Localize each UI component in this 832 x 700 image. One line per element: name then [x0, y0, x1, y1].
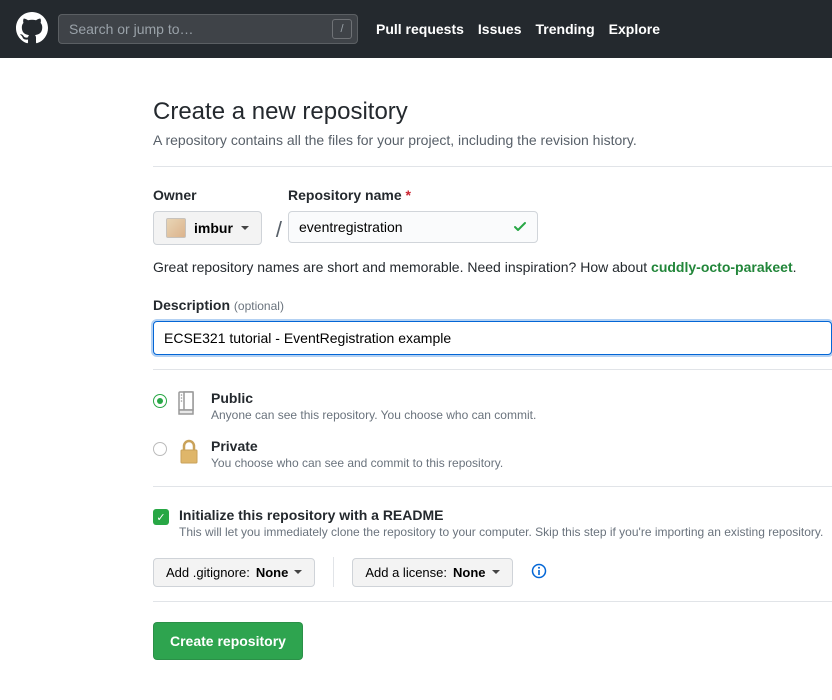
- public-title: Public: [211, 390, 253, 406]
- gitignore-select-button[interactable]: Add .gitignore: None: [153, 558, 315, 587]
- owner-column: Owner imbur: [153, 187, 262, 245]
- name-hint: Great repository names are short and mem…: [153, 259, 832, 275]
- visibility-private-row[interactable]: Private You choose who can see and commi…: [153, 438, 832, 470]
- public-subtitle: Anyone can see this repository. You choo…: [211, 408, 536, 422]
- caret-down-icon: [294, 570, 302, 574]
- repo-name-label: Repository name *: [288, 187, 538, 203]
- readme-title: Initialize this repository with a README: [179, 507, 823, 523]
- license-select-button[interactable]: Add a license: None: [352, 558, 512, 587]
- radio-private[interactable]: [153, 442, 167, 456]
- visibility-public-row[interactable]: Public Anyone can see this repository. Y…: [153, 390, 832, 422]
- public-text: Public Anyone can see this repository. Y…: [211, 390, 536, 422]
- repo-name-input[interactable]: [288, 211, 538, 243]
- private-subtitle: You choose who can see and commit to thi…: [211, 456, 503, 470]
- github-logo-icon[interactable]: [16, 12, 48, 47]
- caret-down-icon: [241, 226, 249, 230]
- vertical-divider: [333, 557, 334, 587]
- nav-pull-requests[interactable]: Pull requests: [376, 21, 464, 37]
- avatar: [166, 218, 186, 238]
- description-block: Description (optional): [153, 297, 832, 355]
- page-title: Create a new repository: [153, 98, 832, 126]
- separator: [153, 369, 832, 370]
- owner-name: imbur: [194, 220, 233, 236]
- slash-separator: /: [270, 187, 288, 243]
- nav-trending[interactable]: Trending: [536, 21, 595, 37]
- required-mark: *: [406, 187, 411, 203]
- owner-label: Owner: [153, 187, 262, 203]
- radio-public[interactable]: [153, 394, 167, 408]
- private-text: Private You choose who can see and commi…: [211, 438, 503, 470]
- caret-down-icon: [492, 570, 500, 574]
- readme-text: Initialize this repository with a README…: [179, 507, 823, 539]
- primary-nav: Pull requests Issues Trending Explore: [376, 21, 660, 37]
- description-input[interactable]: [153, 321, 832, 355]
- license-info-icon[interactable]: [531, 563, 547, 582]
- search-wrapper: /: [58, 14, 358, 44]
- readme-subtitle: This will let you immediately clone the …: [179, 525, 823, 539]
- github-header: / Pull requests Issues Trending Explore: [0, 0, 832, 58]
- readme-checkbox[interactable]: ✓: [153, 509, 169, 525]
- separator: [153, 486, 832, 487]
- main-content: Create a new repository A repository con…: [0, 58, 832, 700]
- nav-issues[interactable]: Issues: [478, 21, 522, 37]
- repo-public-icon: [177, 390, 201, 421]
- separator: [153, 601, 832, 602]
- repo-name-wrap: [288, 211, 538, 243]
- search-slash-key-icon: /: [332, 19, 352, 39]
- optional-text: (optional): [234, 299, 284, 313]
- lock-icon: [177, 438, 201, 469]
- readme-row[interactable]: ✓ Initialize this repository with a READ…: [153, 507, 832, 539]
- description-label: Description (optional): [153, 297, 832, 313]
- name-suggestion[interactable]: cuddly-octo-parakeet: [651, 259, 793, 275]
- search-input[interactable]: [58, 14, 358, 44]
- checkmark-icon: [512, 219, 528, 238]
- page-subtitle: A repository contains all the files for …: [153, 132, 832, 148]
- private-title: Private: [211, 438, 258, 454]
- separator: [153, 166, 832, 167]
- repo-name-column: Repository name *: [288, 187, 538, 243]
- nav-explore[interactable]: Explore: [609, 21, 660, 37]
- name-row: Owner imbur / Repository name *: [153, 187, 832, 245]
- dropdown-row: Add .gitignore: None Add a license: None: [153, 557, 832, 587]
- owner-select-button[interactable]: imbur: [153, 211, 262, 245]
- create-repository-button[interactable]: Create repository: [153, 622, 303, 660]
